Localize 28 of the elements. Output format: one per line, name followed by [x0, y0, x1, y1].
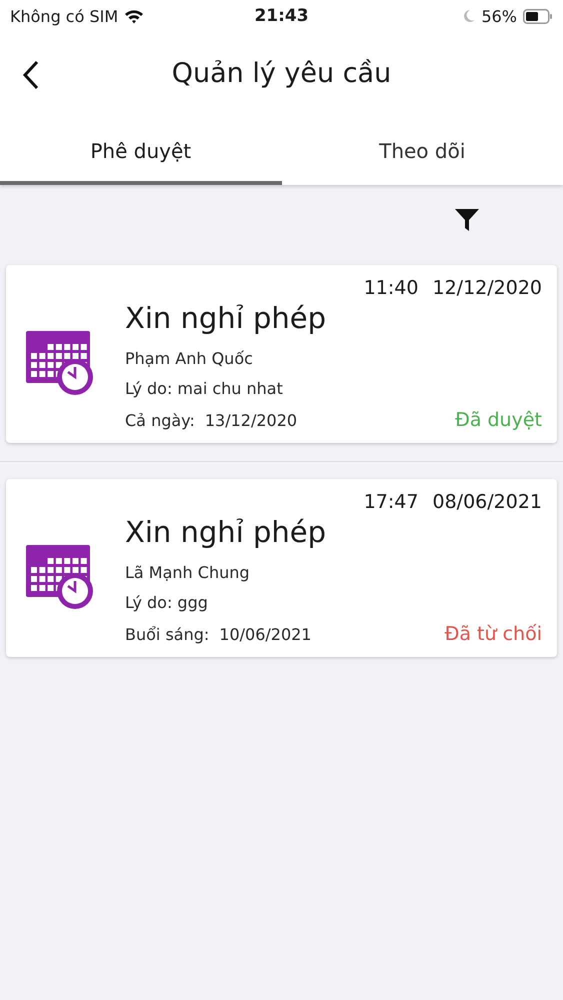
battery-icon: [523, 8, 553, 24]
filter-icon[interactable]: [454, 207, 480, 233]
period-date: 10/06/2021: [219, 625, 312, 644]
request-date: 12/12/2020: [432, 277, 542, 299]
period-date: 13/12/2020: [204, 411, 298, 430]
request-title: Xin nghỉ phép: [125, 515, 328, 549]
request-card[interactable]: 11:40 12/12/2020 Xin nghỉ phép Phạm Anh Quốc Lý do: mai chu nhat Cả ngày: 13/12/2020 Đã duyệt: [6, 265, 557, 443]
period-label: Buổi sáng:: [125, 625, 210, 644]
status-text: Đã duyệt: [455, 409, 542, 431]
reason-text: Lý do: ggg: [125, 593, 209, 612]
request-time: 17:47: [364, 491, 418, 513]
clock-text: 21:43: [254, 6, 309, 26]
requester-name: Phạm Anh Quốc: [125, 349, 254, 368]
tab[interactable]: Phê duyệt: [0, 114, 282, 185]
request-title: Xin nghỉ phép: [125, 301, 328, 335]
moon-icon: [462, 9, 476, 23]
request-card[interactable]: 17:47 08/06/2021 Xin nghỉ phép Lã Mạnh Chung Lý do: ggg Buổi sáng: 10/06/2021 Đã từ chối: [6, 479, 557, 657]
status-text: Đã từ chối: [444, 623, 542, 645]
wifi-icon: [124, 8, 144, 24]
period-label: Cả ngày:: [125, 411, 195, 430]
request-date: 08/06/2021: [432, 491, 542, 513]
requester-name: Lã Mạnh Chung: [125, 563, 251, 582]
request-time: 11:40: [364, 277, 418, 299]
carrier-text: Không có SIM: [10, 6, 118, 26]
tab[interactable]: Theo dõi: [282, 114, 563, 185]
page-title: Quản lý yêu cầu: [172, 58, 392, 88]
battery-text: 56%: [481, 6, 517, 26]
reason-text: Lý do: mai chu nhat: [125, 379, 284, 398]
